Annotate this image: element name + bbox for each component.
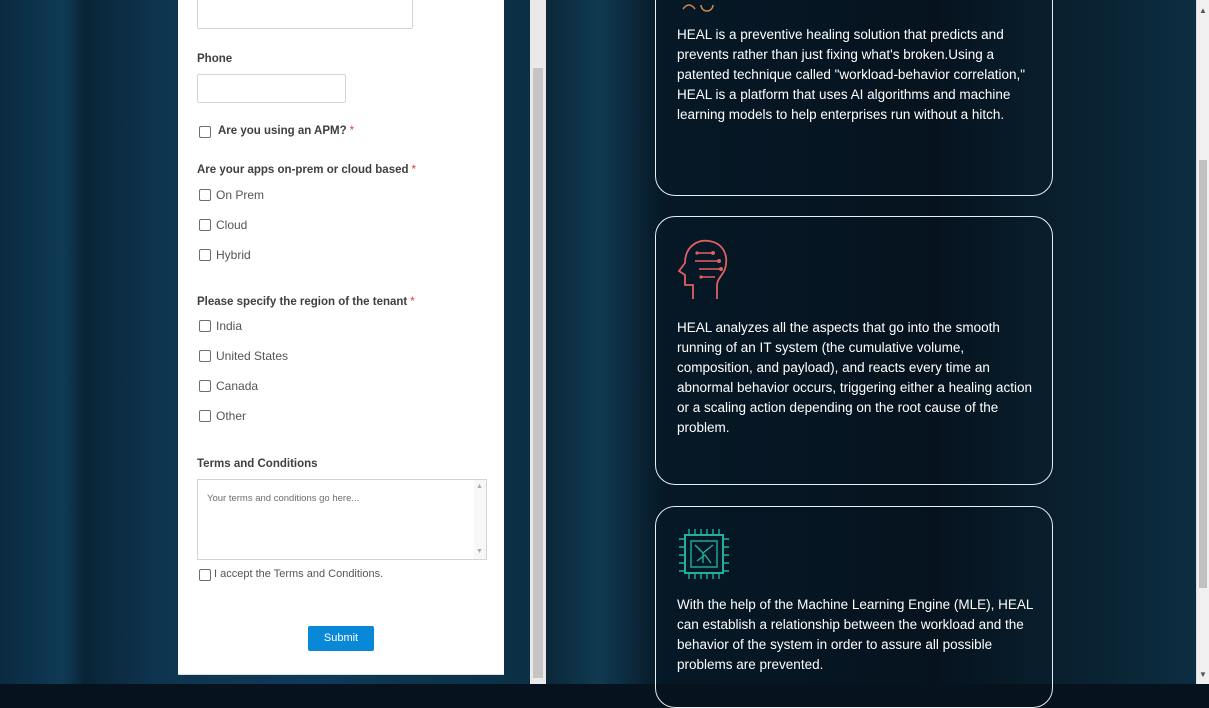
terms-placeholder: Your terms and conditions go here...	[207, 493, 360, 504]
chip-icon	[679, 529, 729, 579]
page-scrollbar-thumb[interactable]	[1199, 160, 1207, 588]
feature-card-prediction: HEAL is a preventive healing solution th…	[655, 0, 1053, 196]
india-option: India	[216, 319, 243, 333]
hybrid-checkbox[interactable]	[199, 249, 211, 261]
card-2-text: HEAL analyzes all the aspects that go in…	[677, 320, 1032, 435]
apm-checkbox[interactable]	[199, 126, 211, 138]
apm-label: Are you using an APM? *	[218, 125, 355, 137]
card-3-text: With the help of the Machine Learning En…	[677, 597, 1033, 672]
canada-checkbox[interactable]	[199, 380, 211, 392]
submit-button[interactable]: Submit	[308, 626, 374, 651]
cloud-checkbox[interactable]	[199, 219, 211, 231]
india-checkbox[interactable]	[199, 320, 211, 332]
contact-form: Phone Are you using an APM? * Are your ap…	[178, 0, 504, 675]
required-mark: *	[349, 125, 355, 137]
phone-label: Phone	[197, 53, 233, 65]
prediction-icon	[682, 4, 714, 12]
cloud-option: Cloud	[216, 218, 248, 232]
page-scrollbar[interactable]: ▲ ▼	[1196, 0, 1209, 684]
phone-input[interactable]	[197, 74, 346, 103]
other-option: Other	[216, 409, 247, 423]
region-label: Please specify the region of the tenant *	[197, 296, 415, 308]
on-prem-option: On Prem	[216, 188, 265, 202]
brain-head-icon	[677, 239, 728, 299]
frame-scrollbar-thumb[interactable]	[533, 68, 543, 678]
accept-terms-label: I accept the Terms and Conditions.	[214, 568, 384, 580]
page-scroll-up-icon[interactable]: ▲	[1197, 4, 1209, 18]
card-1-text: HEAL is a preventive healing solution th…	[677, 27, 1026, 122]
other-checkbox[interactable]	[199, 410, 211, 422]
page-scroll-down-icon[interactable]: ▼	[1197, 668, 1209, 682]
terms-textarea[interactable]: Your terms and conditions go here... ▲ ▼	[197, 479, 487, 560]
hybrid-option: Hybrid	[216, 248, 251, 262]
apps-label: Are your apps on-prem or cloud based *	[197, 164, 416, 176]
previous-field-input[interactable]	[197, 0, 413, 29]
terms-label: Terms and Conditions	[197, 458, 318, 470]
canada-option: Canada	[216, 379, 259, 393]
scroll-up-icon[interactable]: ▲	[476, 483, 483, 490]
required-mark: *	[410, 296, 415, 308]
feature-card-mle: With the help of the Machine Learning En…	[655, 506, 1053, 708]
on-prem-checkbox[interactable]	[199, 189, 211, 201]
frame-scrollbar[interactable]	[530, 0, 546, 684]
required-mark: *	[411, 164, 416, 176]
accept-terms-checkbox[interactable]	[199, 569, 211, 581]
united-states-checkbox[interactable]	[199, 350, 211, 362]
scroll-down-icon[interactable]: ▼	[476, 548, 483, 555]
terms-scrollbar[interactable]: ▲ ▼	[474, 480, 486, 559]
feature-card-analysis: HEAL analyzes all the aspects that go in…	[655, 216, 1053, 485]
united-states-option: United States	[216, 349, 289, 363]
